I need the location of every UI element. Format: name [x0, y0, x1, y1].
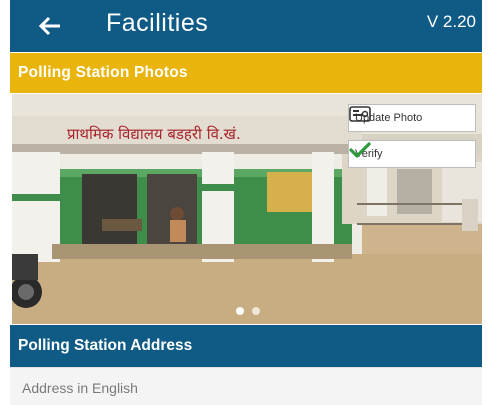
address-english-field[interactable]: Address in English — [10, 367, 482, 405]
update-photo-button[interactable]: Update Photo — [348, 104, 476, 132]
carousel-dot[interactable] — [236, 307, 244, 315]
back-button[interactable] — [32, 8, 68, 44]
verify-button[interactable]: Verify — [348, 140, 476, 168]
arrow-left-icon — [38, 16, 60, 36]
address-section-header: Polling Station Address — [10, 325, 482, 367]
polling-station-photo[interactable]: प्राथमिक विद्यालय बडहरी वि.खं. Update Ph… — [12, 94, 482, 324]
photo-update-icon — [349, 106, 371, 122]
address-english-placeholder: Address in English — [22, 380, 138, 396]
check-icon — [349, 142, 371, 158]
carousel-dot[interactable] — [252, 307, 260, 315]
app-bar: Facilities V 2.20 — [10, 0, 482, 52]
facilities-screen: Facilities V 2.20 Polling Station Photos… — [10, 0, 482, 405]
carousel-indicator — [236, 307, 260, 315]
school-sign-text: प्राथमिक विद्यालय बडहरी वि.खं. — [67, 125, 241, 143]
page-title: Facilities — [106, 9, 209, 37]
photos-section-header: Polling Station Photos — [10, 53, 482, 93]
version-label: V 2.20 — [426, 12, 476, 31]
